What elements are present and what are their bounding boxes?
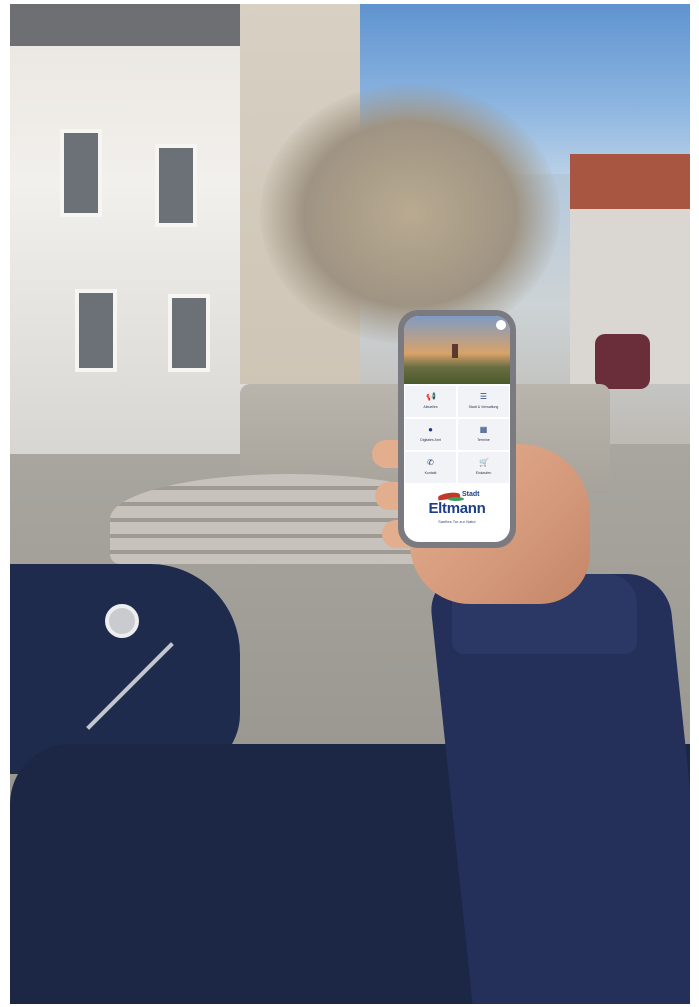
hero-image — [404, 316, 510, 384]
tile-einkaufen[interactable]: 🛒 Einkaufen — [458, 452, 509, 483]
app-screen: 📢 Aktuelles ☰ Stadt & Verwaltung ● Digit… — [404, 316, 510, 542]
profile-icon[interactable] — [496, 320, 506, 330]
window — [75, 289, 117, 372]
red-roof — [570, 154, 690, 209]
window — [60, 129, 102, 217]
tile-digitales-amt[interactable]: ● Digitales Amt — [405, 419, 456, 450]
coat-button — [105, 604, 139, 638]
tower — [452, 344, 458, 358]
tile-label: Kontakt — [424, 471, 437, 475]
tile-label: Digitales Amt — [420, 438, 441, 442]
globe-icon: ● — [428, 425, 433, 434]
tile-label: Stadt & Verwaltung — [468, 405, 499, 409]
white-building — [10, 4, 260, 454]
phone-icon: ✆ — [427, 458, 434, 467]
megaphone-icon: 📢 — [426, 392, 436, 401]
parked-car — [595, 334, 650, 389]
logo-prefix: Stadt — [462, 491, 480, 498]
tile-label: Termine — [477, 438, 490, 442]
eltmann-logo: Stadt Eltmann Sanftes Tor zur Natur — [404, 491, 510, 531]
tile-termine[interactable]: ▦ Termine — [458, 419, 509, 450]
window — [168, 294, 210, 372]
smartphone: 📢 Aktuelles ☰ Stadt & Verwaltung ● Digit… — [398, 310, 516, 548]
tile-label: Einkaufen — [475, 471, 492, 475]
logo-name: Eltmann — [428, 500, 486, 517]
left-sleeve — [10, 564, 240, 774]
menu-grid: 📢 Aktuelles ☰ Stadt & Verwaltung ● Digit… — [404, 386, 510, 486]
photo — [10, 4, 690, 1004]
calendar-icon: ▦ — [479, 425, 488, 434]
list-icon: ☰ — [479, 392, 488, 401]
tile-stadt-verwaltung[interactable]: ☰ Stadt & Verwaltung — [458, 386, 509, 417]
window — [155, 144, 197, 227]
shopping-cart-icon: 🛒 — [479, 458, 489, 467]
roof — [10, 4, 260, 46]
tile-label: Aktuelles — [423, 405, 438, 409]
logo-tagline: Sanftes Tor zur Natur — [438, 519, 476, 524]
tile-aktuelles[interactable]: 📢 Aktuelles — [405, 386, 456, 417]
tile-kontakt[interactable]: ✆ Kontakt — [405, 452, 456, 483]
bare-tree — [260, 84, 560, 344]
reflective-stripe — [86, 642, 174, 730]
